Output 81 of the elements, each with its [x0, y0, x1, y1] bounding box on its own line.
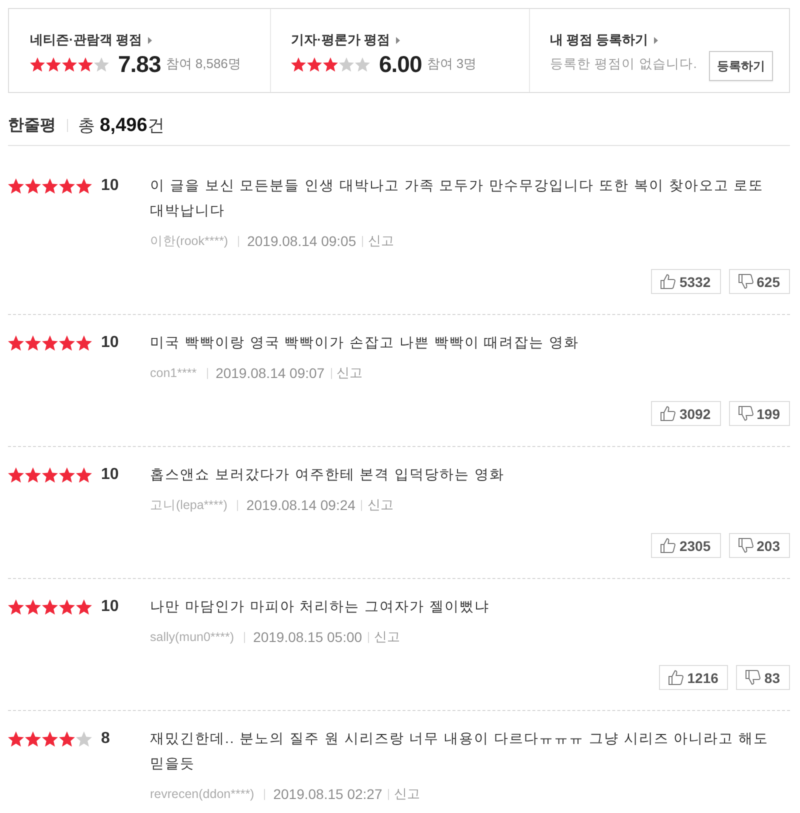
- star-filled-icon: [76, 466, 92, 482]
- review-text: 이 글을 보신 모든분들 인생 대박나고 가족 모두가 만수무강입니다 또한 복이 찾아오고 로또 대박납니다: [150, 176, 765, 220]
- thumbs-down-icon: [738, 274, 754, 289]
- like-button[interactable]: 3092: [651, 401, 721, 426]
- caret-icon: [396, 36, 400, 44]
- no-rating-message: 등록한 평점이 없습니다.: [550, 55, 698, 73]
- thumbs-up-icon: [660, 274, 676, 289]
- star-filled-icon: [42, 730, 58, 746]
- thumbs-down-icon: [738, 406, 754, 421]
- star-filled-icon: [8, 598, 24, 614]
- review-author: 이한(rook****): [150, 232, 228, 250]
- star-filled-icon: [59, 598, 75, 614]
- review-text: 미국 빡빡이랑 영국 빡빡이가 손잡고 나쁜 빡빡이 때려잡는 영화: [150, 333, 580, 352]
- rating-score: 6.00: [379, 50, 422, 78]
- caret-icon: [148, 36, 152, 44]
- like-button[interactable]: 5332: [651, 269, 721, 294]
- thumbs-down-icon: [738, 538, 754, 553]
- dislike-button[interactable]: 625: [728, 269, 790, 294]
- star-filled-icon: [42, 466, 58, 482]
- star-filled-icon: [25, 730, 41, 746]
- dislike-button[interactable]: 83: [736, 665, 790, 690]
- review-text: 홉스앤쇼 보러갔다가 여주한테 본격 입덕당하는 영화: [150, 465, 506, 484]
- review-author: con1****: [150, 366, 197, 380]
- star-filled-icon: [46, 56, 61, 72]
- star-filled-icon: [76, 598, 92, 614]
- thumbs-up-icon: [668, 670, 684, 685]
- review-text: 나만 마담인가 마피아 처리하는 그여자가 젤이뻤냐: [150, 597, 490, 616]
- star-filled-icon: [25, 178, 41, 194]
- review-author: 고니(lepa****): [150, 496, 228, 514]
- star-filled-icon: [8, 730, 24, 746]
- like-button[interactable]: 1216: [659, 665, 728, 690]
- star-filled-icon: [62, 56, 77, 72]
- review-score: 10: [101, 466, 119, 484]
- star-filled-icon: [42, 178, 58, 194]
- participant-count: 참여 3명: [426, 55, 477, 73]
- section-title: 한줄평: [8, 116, 56, 136]
- star-filled-icon: [25, 466, 41, 482]
- star-filled-icon: [59, 730, 75, 746]
- star-filled-icon: [78, 56, 93, 72]
- star-filled-icon: [307, 56, 322, 72]
- review-author: sally(mun0****): [150, 630, 234, 644]
- review-date: 2019.08.15 05:00: [253, 629, 362, 645]
- review-count: 총 8,496건: [78, 114, 164, 136]
- star-filled-icon: [59, 466, 75, 482]
- star-filled-icon: [25, 334, 41, 350]
- star-filled-icon: [59, 334, 75, 350]
- register-button[interactable]: 등록하기: [709, 51, 773, 81]
- review-score: 10: [101, 598, 119, 616]
- dislike-button[interactable]: 199: [728, 401, 790, 426]
- star-filled-icon: [323, 56, 338, 72]
- star-filled-icon: [76, 334, 92, 350]
- thumbs-up-icon: [660, 406, 676, 421]
- rating-title-link[interactable]: 네티즌·관람객 평점: [30, 31, 152, 49]
- my-rating-link[interactable]: 내 평점 등록하기: [550, 31, 658, 49]
- caret-icon: [654, 36, 658, 44]
- star-filled-icon: [59, 178, 75, 194]
- review-text: 재밌긴한데.. 분노의 질주 원 시리즈랑 너무 내용이 다르다ㅠㅠㅠ 그냥 시리즈 아니라고 해도 믿을듯: [150, 729, 770, 773]
- rating-score: 7.83: [118, 50, 161, 78]
- star-filled-icon: [42, 334, 58, 350]
- review-date: 2019.08.14 09:07: [216, 365, 325, 381]
- review-date: 2019.08.14 09:05: [247, 233, 356, 249]
- star-filled-icon: [8, 466, 24, 482]
- review-date: 2019.08.14 09:24: [246, 497, 356, 513]
- star-filled-icon: [42, 598, 58, 614]
- review-score: 10: [101, 334, 119, 352]
- star-filled-icon: [76, 178, 92, 194]
- star-filled-icon: [25, 598, 41, 614]
- review-date: 2019.08.15 02:27: [273, 786, 382, 802]
- rating-title-link[interactable]: 기자·평론가 평점: [291, 31, 400, 49]
- star-filled-icon: [30, 56, 45, 72]
- review-score: 10: [101, 176, 119, 194]
- review-score: 8: [101, 730, 110, 748]
- star-filled-icon: [291, 56, 306, 72]
- review-author: revrecen(ddon****): [150, 787, 254, 801]
- thumbs-down-icon: [745, 670, 762, 685]
- thumbs-up-icon: [660, 538, 676, 553]
- dislike-button[interactable]: 203: [728, 533, 790, 558]
- participant-count: 참여 8,586명: [166, 55, 241, 73]
- star-filled-icon: [8, 178, 24, 194]
- star-filled-icon: [8, 334, 24, 350]
- like-button[interactable]: 2305: [651, 533, 721, 558]
